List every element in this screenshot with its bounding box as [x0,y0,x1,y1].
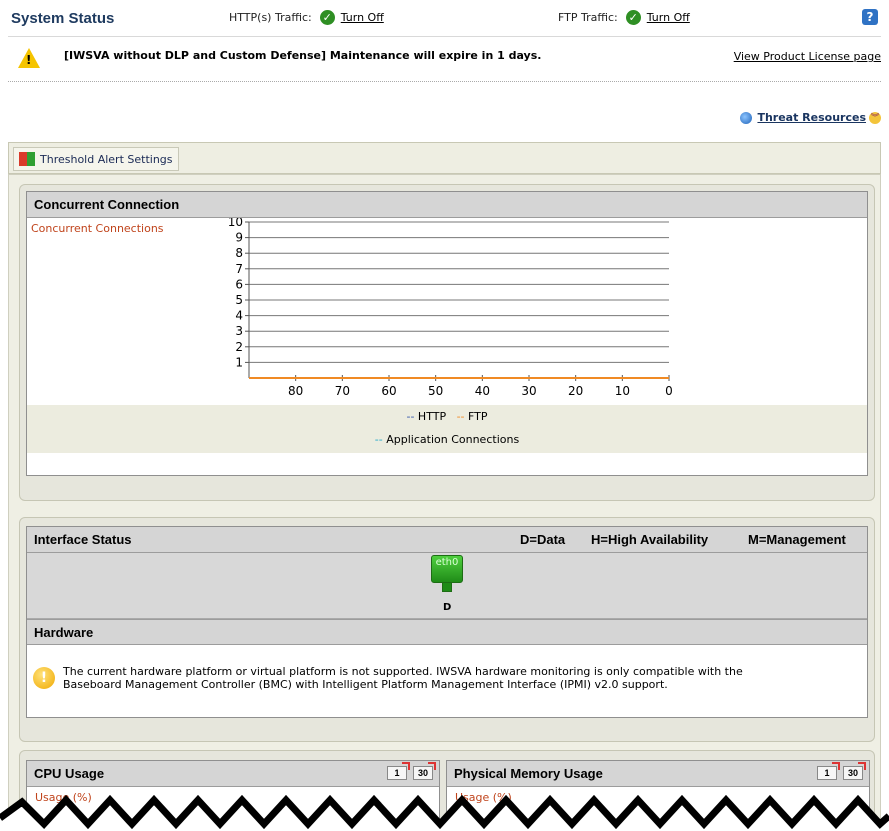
check-icon: ✓ [319,10,335,25]
toolbar: Threshold Alert Settings [8,142,881,174]
legend-http: HTTP [417,410,447,423]
concurrent-connection-panel: Concurrent Connection Concurrent Connect… [19,184,875,501]
chart-legend: -- HTTP -- FTP -- Application Connection… [27,405,867,453]
y-tick-label: 8 [235,246,243,260]
view-license-link[interactable]: View Product License page [734,50,881,63]
http-traffic-label: HTTP(s) Traffic: [229,11,312,24]
legend-line-2: -- Application Connections [374,433,520,446]
legend-ftp: FTP [468,410,488,423]
port-pin [442,582,452,592]
torn-page-edge [0,794,889,831]
threshold-button-label: Threshold Alert Settings [40,152,173,166]
legend-application-connections: Application Connections [386,433,520,446]
concurrent-connections-chart: 12 34 5 67 89 10 80 70 60 50 40 30 20 10 0 Time (second… [228,218,673,403]
hardware-message-line2: Baseboard Management Controller (BMC) wi… [63,678,668,691]
memory-usage-title: Physical Memory Usage [454,766,603,781]
y-tick-label: 10 [228,218,243,229]
y-tick-label: 1 [235,355,243,369]
x-tick-label: 0 [665,384,673,398]
x-tick-label: 30 [521,384,536,398]
expand-chevron-icon[interactable]: ︾ [869,111,881,124]
x-tick-label: 40 [475,384,490,398]
globe-icon [740,111,753,124]
cpu-usage-header: CPU Usage 1 30 [27,761,439,787]
y-tick-label: 7 [235,262,243,276]
key-high-availability: H=High Availability [591,532,709,547]
threat-resources-link[interactable]: Threat Resources [757,111,866,124]
memory-1-day-button[interactable]: 1 [817,762,840,780]
cpu-1-day-button[interactable]: 1 [387,762,410,780]
http-traffic-status: HTTP(s) Traffic: ✓ Turn Off [229,10,384,25]
hardware-message-line1: The current hardware platform or virtual… [63,665,743,678]
y-tick-label: 9 [235,231,243,245]
ftp-traffic-label: FTP Traffic: [558,11,618,24]
ethernet-port-icon[interactable]: eth0 D [431,555,463,613]
ftp-traffic-status: FTP Traffic: ✓ Turn Off [558,10,690,25]
port-type-label: D [443,602,452,613]
y-tick-label: 2 [235,340,243,354]
maintenance-notice: ! [IWSVA without DLP and Custom Defense]… [8,36,881,82]
threat-resources: Threat Resources ︾ [740,111,881,124]
threshold-settings-icon [19,152,35,166]
x-tick-label: 10 [615,384,630,398]
interface-status-header: Interface Status D=Data H=High Availabil… [27,527,867,553]
page-title: System Status [11,10,115,27]
memory-30-day-button[interactable]: 30 [843,762,866,780]
y-tick-label: 6 [235,277,243,291]
maintenance-message: [IWSVA without DLP and Custom Defense] M… [64,49,542,62]
alert-icon: ! [33,667,55,689]
interface-port-area: eth0 D [27,553,867,619]
dashboard-area: Concurrent Connection Concurrent Connect… [8,174,881,831]
eth0-port-label: eth0 [431,555,463,583]
x-tick-label: 60 [381,384,396,398]
hardware-message: ! The current hardware platform or virtu… [27,645,867,711]
hardware-header: Hardware [27,619,867,645]
concurrent-connection-header: Concurrent Connection [27,192,867,218]
y-tick-label: 5 [235,293,243,307]
y-tick-label: 3 [235,324,243,338]
interface-status-box: Interface Status D=Data H=High Availabil… [26,526,868,718]
x-axis-label: Time (seconds) [416,401,501,403]
cpu-usage-title: CPU Usage [34,766,105,781]
legend-line-1: -- HTTP -- FTP [406,410,488,423]
status-header: System Status HTTP(s) Traffic: ✓ Turn Of… [0,0,889,36]
key-data: D=Data [520,532,566,547]
x-tick-label: 20 [568,384,583,398]
interface-status-title: Interface Status [34,532,132,547]
http-turn-off-link[interactable]: Turn Off [341,11,384,24]
memory-usage-header: Physical Memory Usage 1 30 [447,761,869,787]
help-icon[interactable]: ? [862,9,878,25]
x-tick-label: 50 [428,384,443,398]
ftp-turn-off-link[interactable]: Turn Off [647,11,690,24]
x-tick-label: 80 [288,384,303,398]
x-tick-label: 70 [335,384,350,398]
check-icon: ✓ [625,10,641,25]
concurrent-connection-box: Concurrent Connection Concurrent Connect… [26,191,868,476]
warning-icon: ! [18,48,40,68]
interface-hardware-panel: Interface Status D=Data H=High Availabil… [19,517,875,742]
threshold-alert-settings-button[interactable]: Threshold Alert Settings [13,147,179,171]
cpu-30-day-button[interactable]: 30 [413,762,436,780]
y-tick-label: 4 [235,309,243,323]
key-management: M=Management [748,532,846,547]
